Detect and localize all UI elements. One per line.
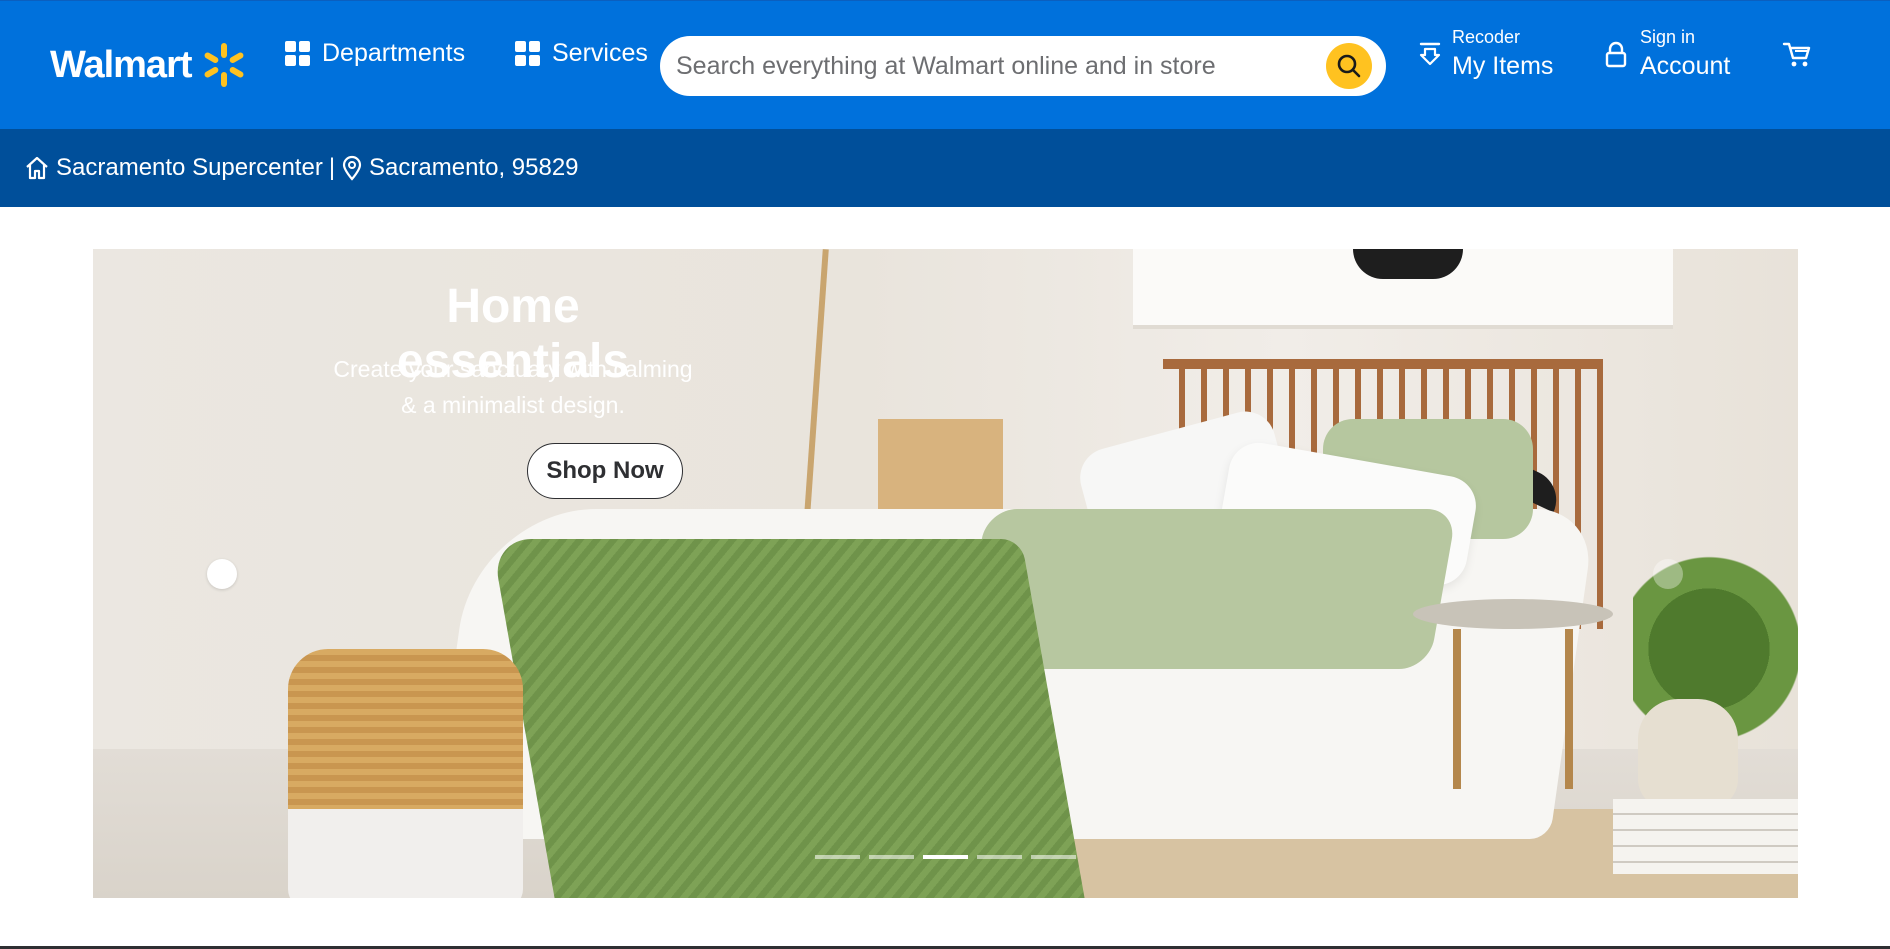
hero-pouf-base (288, 809, 523, 898)
account-label: Account (1640, 52, 1731, 80)
departments-button[interactable]: Departments (285, 39, 465, 68)
lock-icon (1605, 41, 1627, 68)
store-name: Sacramento Supercenter (56, 154, 323, 181)
carousel-dot[interactable] (977, 855, 1022, 859)
hero-banner: Home essentials Create your sanctuary wi… (93, 249, 1798, 898)
search-icon (1337, 54, 1361, 78)
home-icon (26, 156, 48, 180)
search-bar (660, 36, 1386, 96)
search-input[interactable] (676, 51, 1296, 81)
grid-icon (515, 41, 540, 66)
hero-branch (803, 249, 829, 529)
reorder-icon (1419, 42, 1441, 66)
location-pin-icon (342, 155, 362, 181)
hero-subtitle: Create your sanctuary with calming & a m… (333, 356, 693, 418)
store-location: Sacramento, 95829 (369, 154, 579, 181)
carousel-dot[interactable] (869, 855, 914, 859)
hero-side-table (1413, 599, 1613, 629)
my-items-link[interactable]: Recoder My Items (1452, 27, 1553, 81)
shop-now-button[interactable]: Shop Now (527, 443, 683, 499)
logo-text: Walmart (50, 43, 193, 86)
account-link[interactable]: Sign in Account (1640, 27, 1730, 81)
walmart-logo[interactable]: Walmart (50, 41, 248, 89)
departments-label: Departments (322, 39, 466, 67)
header: Walmart Departments Services Search ever… (0, 0, 1890, 129)
spark-icon (204, 43, 243, 87)
carousel-indicators (815, 855, 1076, 859)
separator: | (328, 154, 336, 181)
cart-icon[interactable] (1782, 41, 1812, 69)
hero-vase (1638, 699, 1738, 809)
services-label: Services (552, 39, 648, 67)
search-button[interactable] (1326, 43, 1372, 89)
hero-books (1613, 799, 1798, 874)
carousel-dot[interactable] (1031, 855, 1076, 859)
carousel-prev-button[interactable] (207, 559, 237, 589)
hero-side-table-legs (1453, 629, 1573, 789)
hero-lamp (1353, 249, 1463, 279)
sign-in-label: Sign in (1640, 27, 1696, 47)
reorder-small-label: Recoder (1452, 27, 1521, 47)
carousel-next-button[interactable] (1653, 559, 1683, 589)
carousel-dot[interactable] (815, 855, 860, 859)
services-button[interactable]: Services (515, 39, 648, 68)
hero-pouf (288, 649, 523, 829)
hero-throw-blanket (491, 539, 1085, 898)
my-items-label: My Items (1452, 52, 1554, 80)
store-bar[interactable]: Sacramento Supercenter | Sacramento, 958… (0, 129, 1890, 207)
carousel-dot[interactable] (923, 855, 968, 859)
grid-icon (285, 41, 310, 66)
